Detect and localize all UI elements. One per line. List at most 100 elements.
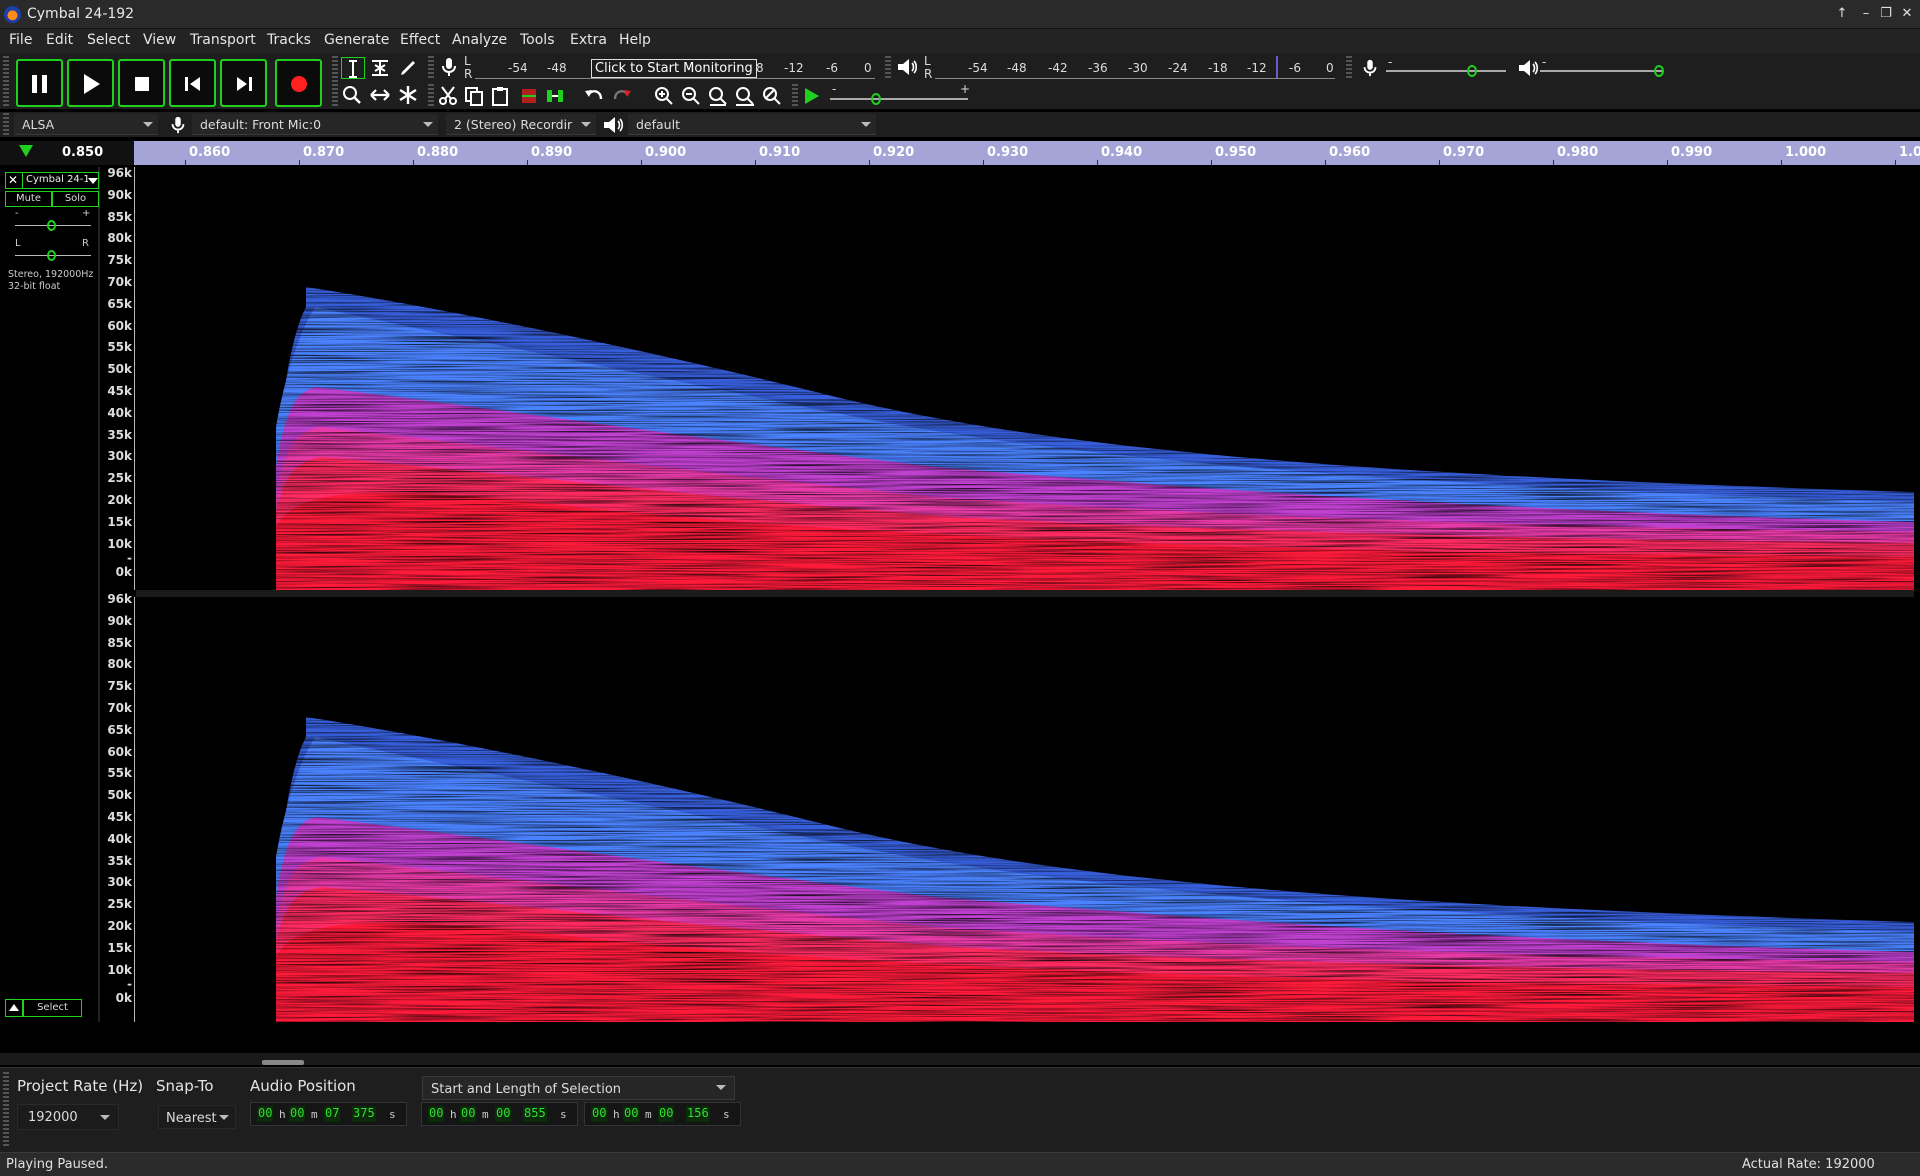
playback-meter-grip[interactable] xyxy=(885,56,891,80)
seconds-unit: s xyxy=(389,1108,396,1121)
recording-channels-select[interactable]: 2 (Stereo) Recordir xyxy=(446,114,596,135)
maximize-icon[interactable]: ❐ xyxy=(1876,5,1896,23)
audio-position-field[interactable]: 00 h 00 m 07 375 s xyxy=(250,1102,407,1126)
menu-analyze[interactable]: Analyze xyxy=(452,32,507,48)
redo-button[interactable] xyxy=(611,85,635,107)
menu-file[interactable]: File xyxy=(9,32,32,48)
playback-volume-slider[interactable] xyxy=(1540,70,1662,72)
horizontal-scrollbar[interactable] xyxy=(0,1053,1920,1065)
play-button[interactable] xyxy=(67,59,114,107)
menu-extra[interactable]: Extra xyxy=(570,32,607,48)
record-button[interactable] xyxy=(275,59,322,107)
selection-mode-select[interactable]: Start and Length of Selection xyxy=(422,1076,735,1100)
recording-device-select[interactable]: default: Front Mic:0 xyxy=(192,114,438,135)
paste-button[interactable] xyxy=(489,85,513,107)
track-menu-chevron-icon[interactable] xyxy=(88,178,98,184)
solo-button[interactable]: Solo xyxy=(52,191,99,207)
time-shift-tool-button[interactable] xyxy=(369,84,393,106)
fit-selection-button[interactable] xyxy=(707,85,731,107)
fit-project-button[interactable] xyxy=(734,85,758,107)
skip-to-end-button[interactable] xyxy=(220,59,267,107)
selection-length-field[interactable]: 00 h 00 m 00 156 s xyxy=(584,1102,741,1126)
playback-meter-bar[interactable] xyxy=(935,78,1335,79)
playback-volume-thumb[interactable] xyxy=(1654,65,1664,77)
minutes-unit: m xyxy=(645,1108,652,1121)
undo-button[interactable] xyxy=(583,85,607,107)
select-track-button[interactable]: Select xyxy=(23,999,82,1017)
frequency-label: - xyxy=(127,551,132,565)
silence-audio-button[interactable] xyxy=(544,85,568,107)
menu-tracks[interactable]: Tracks xyxy=(267,32,311,48)
record-meter-grip[interactable] xyxy=(428,56,434,80)
tools-toolbar-grip[interactable] xyxy=(332,56,338,108)
cut-button[interactable] xyxy=(437,85,461,107)
track-name-button[interactable]: Cymbal 24-1 xyxy=(26,174,88,185)
zoom-toggle-button[interactable] xyxy=(761,85,785,107)
zoom-tool-button[interactable] xyxy=(341,84,365,106)
play-at-speed-grip[interactable] xyxy=(792,84,798,108)
speaker-icon[interactable] xyxy=(896,56,918,78)
microphone-icon[interactable] xyxy=(438,56,460,78)
frequency-label: 15k xyxy=(107,514,132,529)
mixer-toolbar-grip[interactable] xyxy=(1346,56,1352,80)
frequency-label: 60k xyxy=(107,744,132,759)
snap-to-select[interactable]: Nearest xyxy=(158,1105,236,1129)
zoom-in-button[interactable] xyxy=(653,85,677,107)
selection-toolbar-grip[interactable] xyxy=(3,1072,9,1148)
recording-volume-thumb[interactable] xyxy=(1467,65,1477,77)
playback-meter-tick: -54 xyxy=(968,61,988,75)
gain-slider-thumb[interactable] xyxy=(47,220,56,231)
menu-tools[interactable]: Tools xyxy=(520,32,555,48)
pan-slider-thumb[interactable] xyxy=(47,250,56,261)
device-toolbar-grip[interactable] xyxy=(3,113,9,136)
track-close-button[interactable]: ✕ xyxy=(8,173,18,187)
ruler-tick xyxy=(1097,160,1098,165)
collapse-track-button[interactable] xyxy=(5,999,23,1017)
menu-view[interactable]: View xyxy=(143,32,176,48)
edit-toolbar-grip[interactable] xyxy=(428,84,434,108)
draw-tool-button[interactable] xyxy=(397,57,421,79)
recording-volume-slider[interactable] xyxy=(1386,70,1506,72)
record-meter-bar[interactable] xyxy=(475,78,875,79)
scrollbar-thumb[interactable] xyxy=(262,1060,304,1065)
menu-select[interactable]: Select xyxy=(87,32,130,48)
copy-button[interactable] xyxy=(463,85,487,107)
menu-help[interactable]: Help xyxy=(619,32,651,48)
audio-host-select[interactable]: ALSA xyxy=(14,114,158,135)
ruler-tick xyxy=(1553,160,1554,165)
frequency-label: 70k xyxy=(107,275,132,289)
spectrogram-channel-left[interactable] xyxy=(136,167,1914,590)
playback-device-select[interactable]: default xyxy=(628,114,876,135)
selection-start-field[interactable]: 00 h 00 m 00 855 s xyxy=(421,1102,578,1126)
envelope-tool-button[interactable] xyxy=(369,57,393,79)
menu-effect[interactable]: Effect xyxy=(400,32,440,48)
menu-edit[interactable]: Edit xyxy=(46,32,73,48)
play-at-speed-button[interactable] xyxy=(801,85,825,107)
keep-above-icon[interactable]: ↑ xyxy=(1832,5,1852,23)
playback-volume-icon xyxy=(1517,57,1539,79)
skip-to-start-button[interactable] xyxy=(169,59,216,107)
play-speed-slider[interactable] xyxy=(830,98,968,100)
close-icon[interactable]: ✕ xyxy=(1897,5,1917,23)
mute-button[interactable]: Mute xyxy=(5,191,52,207)
recording-device-value: default: Front Mic:0 xyxy=(200,117,322,132)
menu-generate[interactable]: Generate xyxy=(324,32,389,48)
project-rate-select[interactable]: 192000 xyxy=(17,1104,119,1130)
multi-tool-button[interactable] xyxy=(397,84,421,106)
play-speed-thumb[interactable] xyxy=(871,93,881,105)
play-at-speed-icon xyxy=(805,88,819,104)
spectrogram-channel-right[interactable] xyxy=(136,597,1914,1022)
speed-slider-plus: + xyxy=(960,82,971,96)
selection-tool-button[interactable] xyxy=(341,57,365,79)
minimize-icon[interactable]: – xyxy=(1856,5,1876,23)
play-head-icon[interactable] xyxy=(19,145,33,157)
trim-audio-button[interactable] xyxy=(518,85,542,107)
zoom-toggle-icon xyxy=(763,87,781,105)
transport-toolbar-grip[interactable] xyxy=(3,56,9,108)
monitor-tooltip[interactable]: Click to Start Monitoring xyxy=(591,59,757,78)
frequency-label: 25k xyxy=(107,897,132,912)
pause-button[interactable] xyxy=(16,59,63,107)
stop-button[interactable] xyxy=(118,59,165,107)
zoom-out-button[interactable] xyxy=(680,85,704,107)
menu-transport[interactable]: Transport xyxy=(190,32,256,48)
